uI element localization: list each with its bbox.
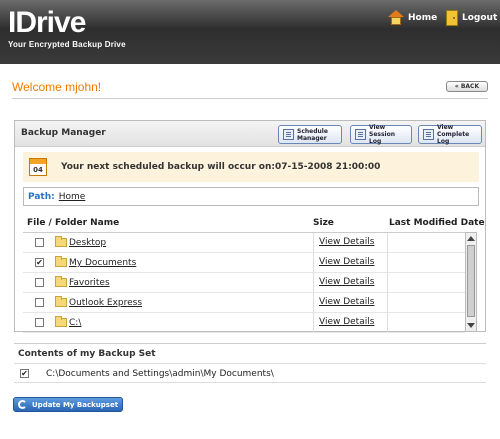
- btn-line: Session Log: [369, 131, 395, 145]
- column-divider: [313, 313, 314, 332]
- btn-line: View: [369, 124, 386, 131]
- view-complete-log-button[interactable]: View Complete Log: [418, 124, 482, 145]
- column-divider: [387, 253, 388, 272]
- row-checkbox[interactable]: ✔: [35, 258, 44, 267]
- view-details-link[interactable]: View Details: [319, 277, 374, 287]
- view-details-link[interactable]: View Details: [319, 257, 374, 267]
- file-list: Desktop View Details ✔ My Documents View…: [23, 232, 465, 333]
- table-row: ✔ My Documents View Details: [23, 253, 465, 273]
- schedule-manager-button[interactable]: Schedule Manager: [278, 125, 342, 144]
- schedule-notice: 04 Your next scheduled backup will occur…: [23, 152, 479, 182]
- backup-set-section: Contents of my Backup Set ✔ C:\Documents…: [14, 343, 486, 385]
- log-icon: [423, 129, 434, 140]
- column-divider: [387, 293, 388, 312]
- column-divider: [313, 233, 314, 252]
- backup-item-path: C:\Documents and Settings\admin\My Docum…: [46, 369, 274, 379]
- folder-icon: [55, 276, 67, 287]
- column-divider: [313, 253, 314, 272]
- view-session-log-button[interactable]: View Session Log: [350, 124, 412, 145]
- door-icon: [446, 10, 458, 26]
- row-checkbox[interactable]: [35, 318, 44, 327]
- backup-manager-panel: Backup Manager Schedule Manager View Sessi…: [14, 120, 486, 333]
- home-icon: [388, 10, 404, 26]
- panel-header: Backup Manager Schedule Manager View Sessi…: [15, 121, 485, 147]
- brand-name: IDrive: [8, 6, 86, 39]
- folder-name-link[interactable]: Outlook Express: [69, 298, 142, 308]
- table-header: File / Folder Name Size Last Modified Da…: [25, 218, 485, 232]
- view-details-link[interactable]: View Details: [319, 317, 374, 327]
- column-divider: [313, 273, 314, 292]
- home-link[interactable]: Home: [388, 10, 437, 26]
- table-row: Desktop View Details: [23, 233, 465, 253]
- scroll-thumb[interactable]: [467, 245, 475, 317]
- list-item: ✔ C:\Documents and Settings\admin\My Doc…: [14, 363, 486, 383]
- refresh-icon: [18, 400, 27, 409]
- table-row: C:\ View Details: [23, 313, 465, 333]
- log-icon: [355, 129, 366, 140]
- table-row: Favorites View Details: [23, 273, 465, 293]
- breadcrumb: Path: Home: [23, 187, 479, 206]
- btn-line: Complete Log: [437, 131, 470, 145]
- column-divider: [387, 273, 388, 292]
- home-label: Home: [408, 13, 438, 23]
- column-divider: [387, 313, 388, 332]
- folder-name-link[interactable]: C:\: [69, 318, 81, 328]
- row-checkbox[interactable]: [35, 238, 44, 247]
- row-checkbox[interactable]: [35, 278, 44, 287]
- column-name: File / Folder Name: [27, 218, 120, 228]
- folder-name-link[interactable]: Favorites: [69, 278, 110, 288]
- btn-line: Schedule: [297, 127, 328, 135]
- welcome-message: Welcome mjohn!: [12, 80, 102, 94]
- column-modified: Last Modified Date: [389, 218, 485, 228]
- btn-line: Manager: [297, 134, 327, 142]
- logout-link[interactable]: Logout: [446, 10, 497, 26]
- folder-icon: [55, 236, 67, 247]
- scroll-up-icon[interactable]: [467, 236, 475, 241]
- update-backupset-label: Update My Backupset: [32, 400, 119, 409]
- row-checkbox[interactable]: [35, 298, 44, 307]
- path-home-link[interactable]: Home: [59, 192, 86, 202]
- app-header: IDrive Your Encrypted Backup Drive Home …: [0, 0, 500, 64]
- path-label: Path:: [28, 191, 55, 202]
- panel-title: Backup Manager: [21, 128, 106, 138]
- column-divider: [313, 293, 314, 312]
- update-backupset-button[interactable]: Update My Backupset: [13, 397, 123, 412]
- scroll-down-icon[interactable]: [467, 323, 475, 328]
- table-row: Outlook Express View Details: [23, 293, 465, 313]
- brand-tagline: Your Encrypted Backup Drive: [8, 40, 126, 49]
- vertical-scrollbar[interactable]: [465, 232, 477, 332]
- folder-name-link[interactable]: My Documents: [69, 258, 136, 268]
- view-details-link[interactable]: View Details: [319, 297, 374, 307]
- folder-icon: [55, 316, 67, 327]
- folder-icon: [55, 256, 67, 267]
- clock-calendar-icon: [283, 129, 294, 140]
- calendar-icon: 04: [29, 158, 47, 176]
- view-details-link[interactable]: View Details: [319, 237, 374, 247]
- back-button[interactable]: « BACK: [446, 81, 488, 92]
- folder-icon: [55, 296, 67, 307]
- backup-item-checkbox[interactable]: ✔: [20, 369, 29, 378]
- column-divider: [387, 233, 388, 252]
- column-size: Size: [313, 218, 334, 228]
- schedule-notice-text: Your next scheduled backup will occur on…: [61, 162, 381, 172]
- backup-set-title: Contents of my Backup Set: [18, 349, 156, 359]
- idrive-logo[interactable]: IDrive Your Encrypted Backup Drive: [8, 6, 126, 49]
- logout-label: Logout: [462, 13, 498, 23]
- btn-line: View: [437, 124, 454, 131]
- divider: [12, 98, 488, 99]
- folder-name-link[interactable]: Desktop: [69, 238, 106, 248]
